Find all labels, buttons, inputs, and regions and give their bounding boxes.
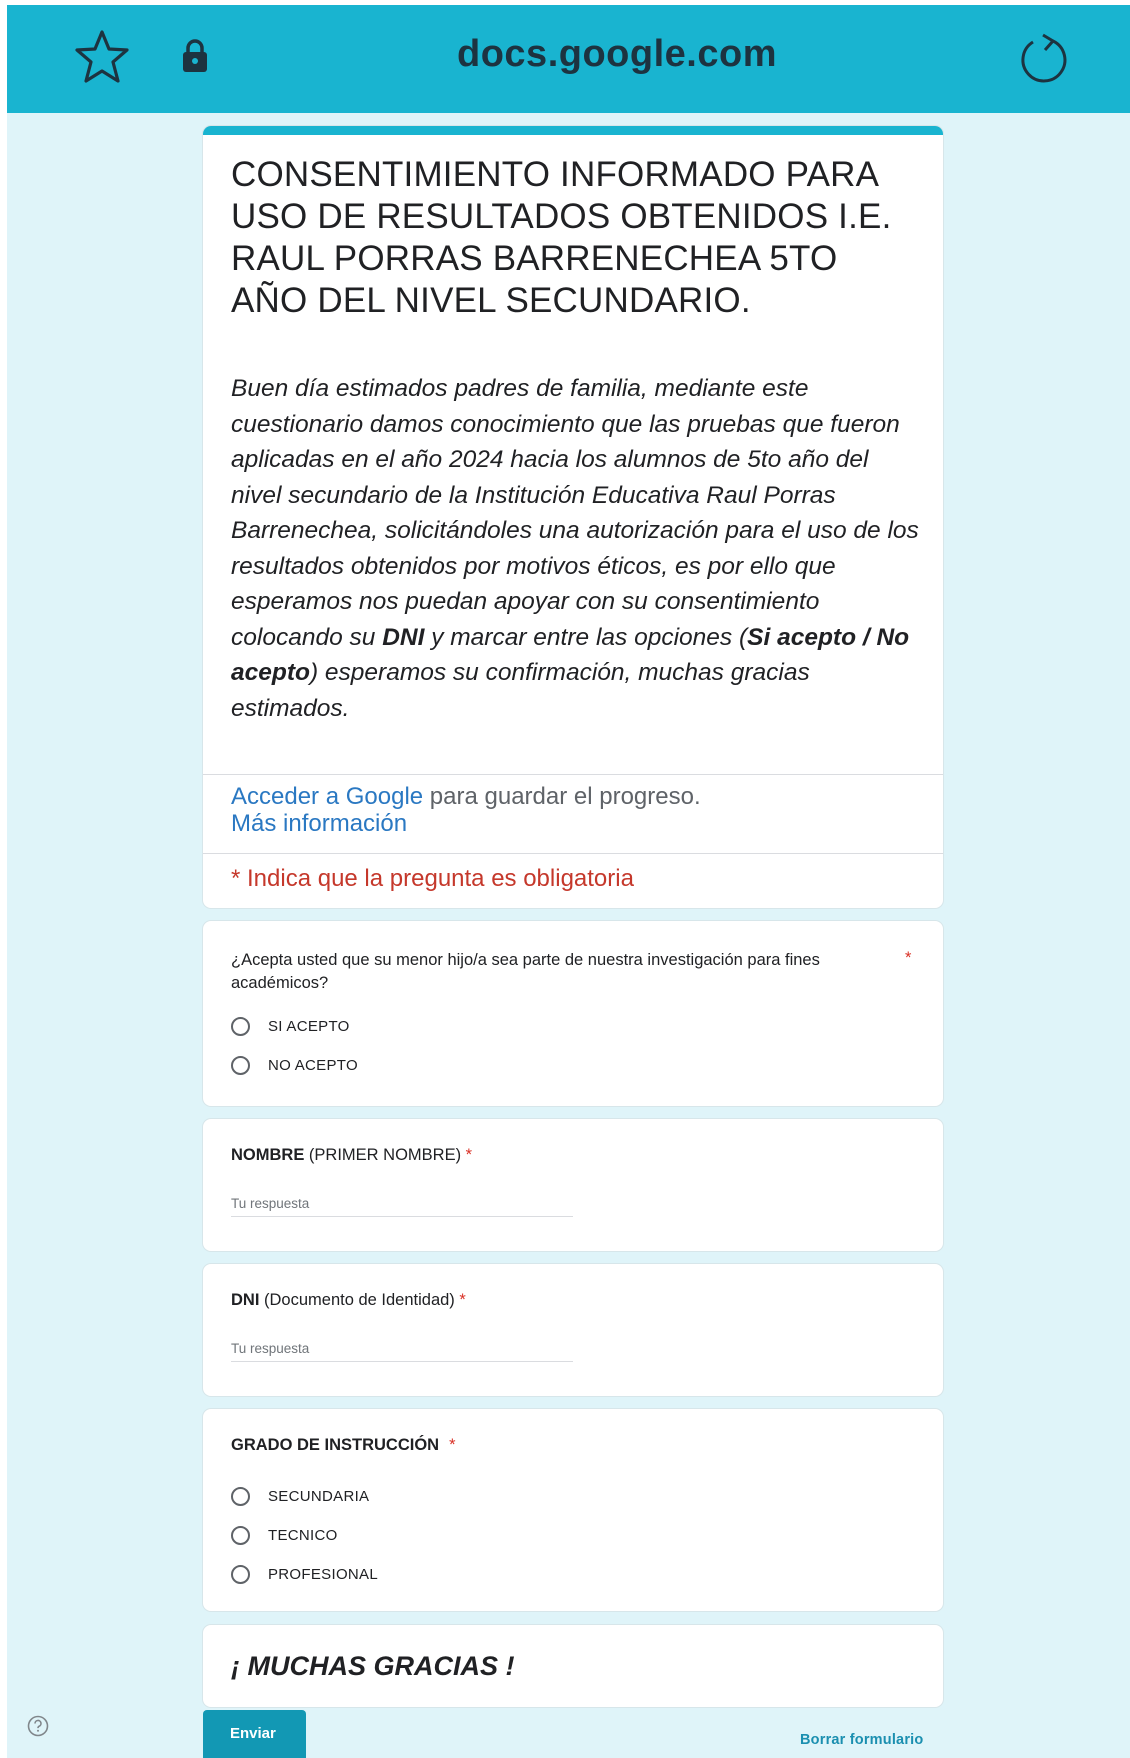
description-text: y marcar entre las opciones ( xyxy=(424,623,748,651)
question-name-card: NOMBRE (PRIMER NOMBRE) * xyxy=(203,1119,943,1251)
submit-button[interactable]: Enviar xyxy=(203,1710,306,1758)
option-label: SECUNDARIA xyxy=(268,1487,370,1505)
radio-button[interactable] xyxy=(231,1486,250,1506)
name-input[interactable] xyxy=(231,1190,573,1217)
form-description: Buen día estimados padres de familia, me… xyxy=(231,371,921,726)
radio-button[interactable] xyxy=(231,1055,250,1075)
lock-icon xyxy=(183,39,207,72)
option-label: SI ACEPTO xyxy=(268,1017,350,1035)
option-no-acepto[interactable]: NO ACEPTO xyxy=(231,1054,358,1076)
form-title: CONSENTIMIENTO INFORMADO PARA USO DE RES… xyxy=(231,155,892,320)
question-dni-card: DNI (Documento de Identidad) * xyxy=(203,1264,943,1396)
radio-button[interactable] xyxy=(231,1525,250,1545)
header-accent-bar xyxy=(203,126,943,135)
reload-icon[interactable] xyxy=(1015,31,1071,87)
dni-input[interactable] xyxy=(231,1335,573,1362)
option-profesional[interactable]: PROFESIONAL xyxy=(231,1563,378,1585)
description-text: ) esperamos su confirmación, muchas grac… xyxy=(231,659,810,722)
star-icon[interactable] xyxy=(73,29,131,85)
question-dni-label: DNI (Documento de Identidad) * xyxy=(231,1289,466,1312)
label-rest: (Documento de Identidad) xyxy=(259,1291,455,1309)
form-header-card: CONSENTIMIENTO INFORMADO PARA USO DE RES… xyxy=(203,126,943,908)
question-consent-card: ¿Acepta usted que su menor hijo/a sea pa… xyxy=(203,921,943,1106)
label-bold: GRADO DE INSTRUCCIÓN xyxy=(231,1436,440,1454)
thanks-text: ¡ MUCHAS GRACIAS ! xyxy=(231,1651,515,1681)
required-marker: * xyxy=(905,949,912,967)
url-text[interactable]: docs.google.com xyxy=(387,33,847,76)
divider xyxy=(203,853,943,854)
option-tecnico[interactable]: TECNICO xyxy=(231,1524,338,1546)
option-label: PROFESIONAL xyxy=(268,1565,378,1583)
question-grade-card: GRADO DE INSTRUCCIÓN * SECUNDARIA TECNICO… xyxy=(203,1409,943,1611)
label-rest: (PRIMER NOMBRE) xyxy=(304,1146,462,1164)
label-bold: NOMBRE xyxy=(231,1146,305,1164)
form-page: docs.google.com CONSENTIMIENTO INFORMADO… xyxy=(7,5,1130,1758)
question-name-label: NOMBRE (PRIMER NOMBRE) * xyxy=(231,1144,472,1167)
help-icon[interactable] xyxy=(27,1715,49,1737)
browser-address-bar: docs.google.com xyxy=(7,5,1130,113)
description-text: Buen día estimados padres de familia, me… xyxy=(231,375,919,651)
radio-button[interactable] xyxy=(231,1016,250,1036)
question-grade-label: GRADO DE INSTRUCCIÓN * xyxy=(231,1434,456,1457)
option-label: TECNICO xyxy=(268,1526,338,1544)
thanks-card: ¡ MUCHAS GRACIAS ! xyxy=(203,1625,943,1707)
radio-button[interactable] xyxy=(231,1564,250,1584)
required-marker: * xyxy=(461,1146,473,1164)
description-bold-dni: DNI xyxy=(382,623,425,651)
question-consent-text: ¿Acepta usted que su menor hijo/a sea pa… xyxy=(231,951,820,992)
label-bold: DNI xyxy=(231,1291,260,1309)
option-secundaria[interactable]: SECUNDARIA xyxy=(231,1485,369,1507)
signin-line: Acceder a Google para guardar el progres… xyxy=(231,783,701,811)
signin-suffix: para guardar el progreso. xyxy=(423,783,701,810)
required-marker: * xyxy=(454,1291,466,1309)
divider xyxy=(203,774,943,775)
required-marker: * xyxy=(449,1436,456,1454)
required-note: * Indica que la pregunta es obligatoria xyxy=(231,865,634,892)
option-label: NO ACEPTO xyxy=(268,1056,358,1074)
signin-link[interactable]: Acceder a Google xyxy=(231,783,423,810)
option-si-acepto[interactable]: SI ACEPTO xyxy=(231,1015,350,1037)
clear-form-link[interactable]: Borrar formulario xyxy=(800,1732,923,1748)
more-info-link[interactable]: Más información xyxy=(231,810,407,838)
